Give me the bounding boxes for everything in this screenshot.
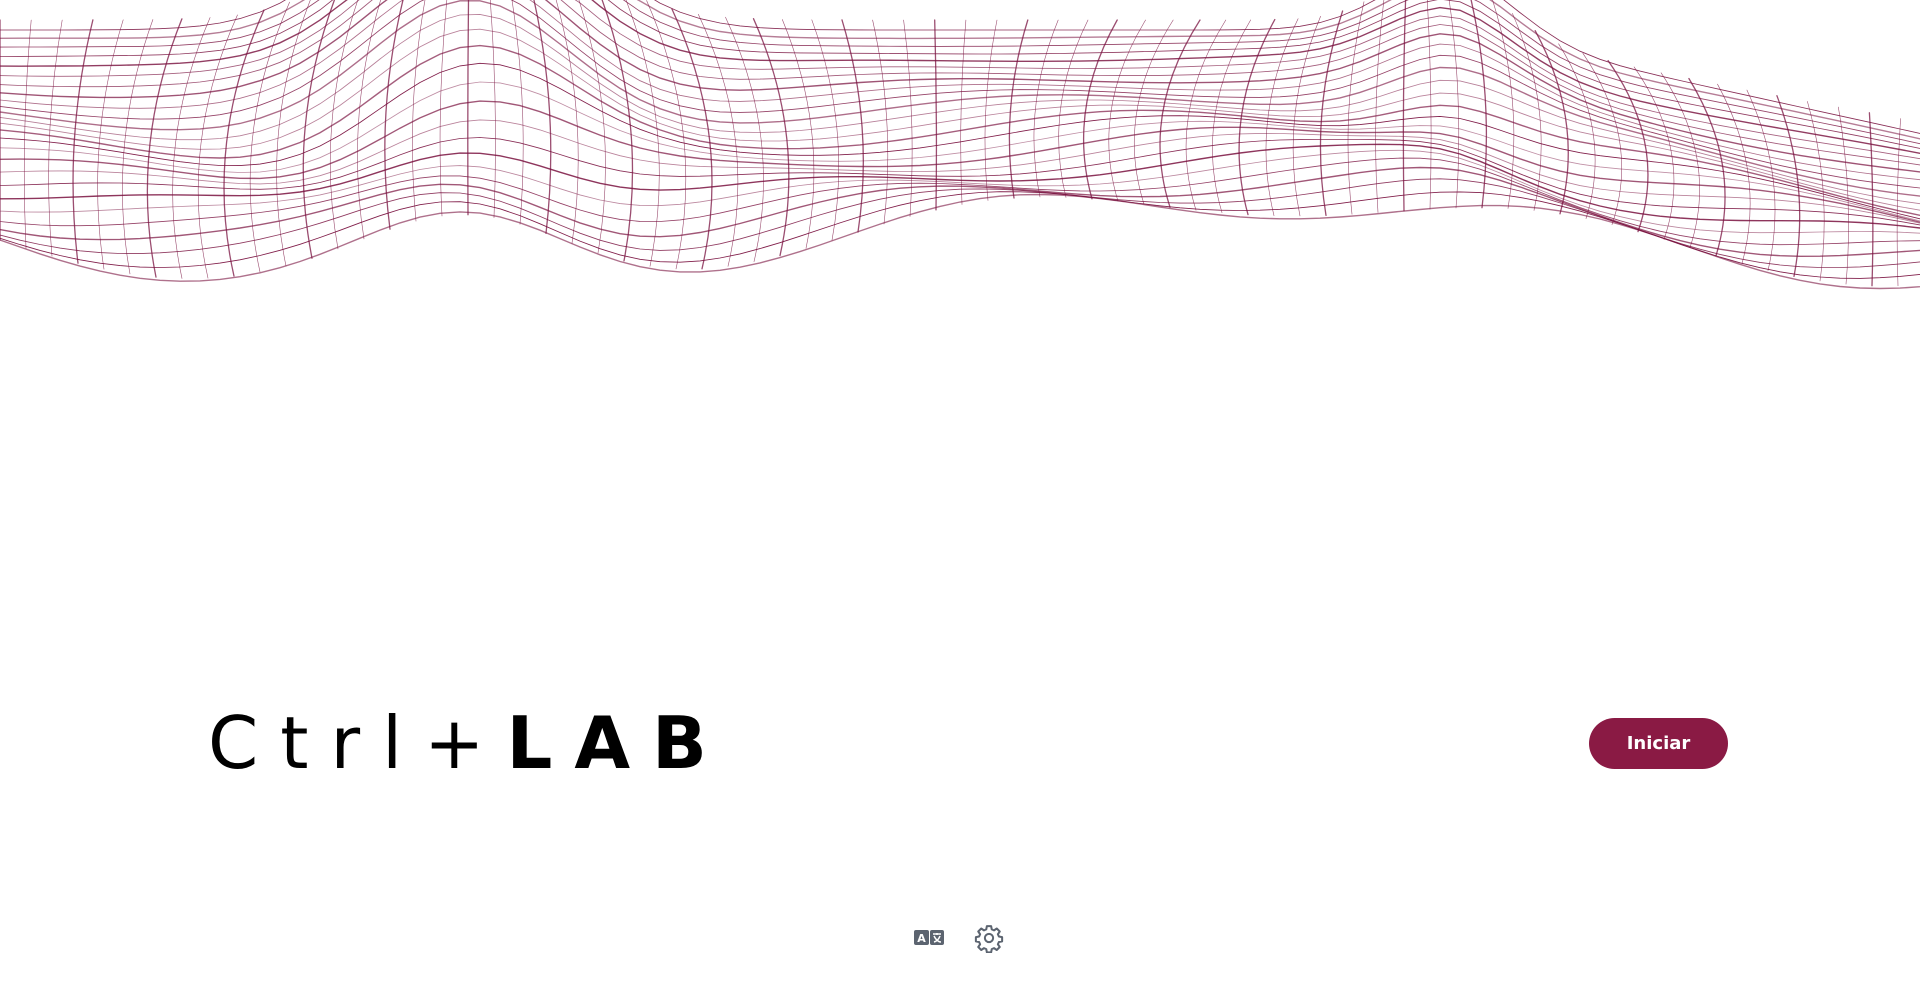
logo-light-text: Ctrl+	[208, 703, 506, 783]
start-button[interactable]: Iniciar	[1589, 718, 1728, 769]
home-screen: Ctrl+ LAB Iniciar A	[0, 0, 1920, 991]
wave-mesh-decoration	[0, 0, 1920, 420]
gear-icon[interactable]	[973, 922, 1005, 954]
app-logo: Ctrl+ LAB	[208, 703, 729, 783]
svg-text:A: A	[917, 932, 926, 945]
logo-bold-text: LAB	[506, 703, 728, 783]
translate-icon[interactable]: A	[913, 922, 945, 954]
footer-toolbar: A	[913, 922, 1005, 954]
